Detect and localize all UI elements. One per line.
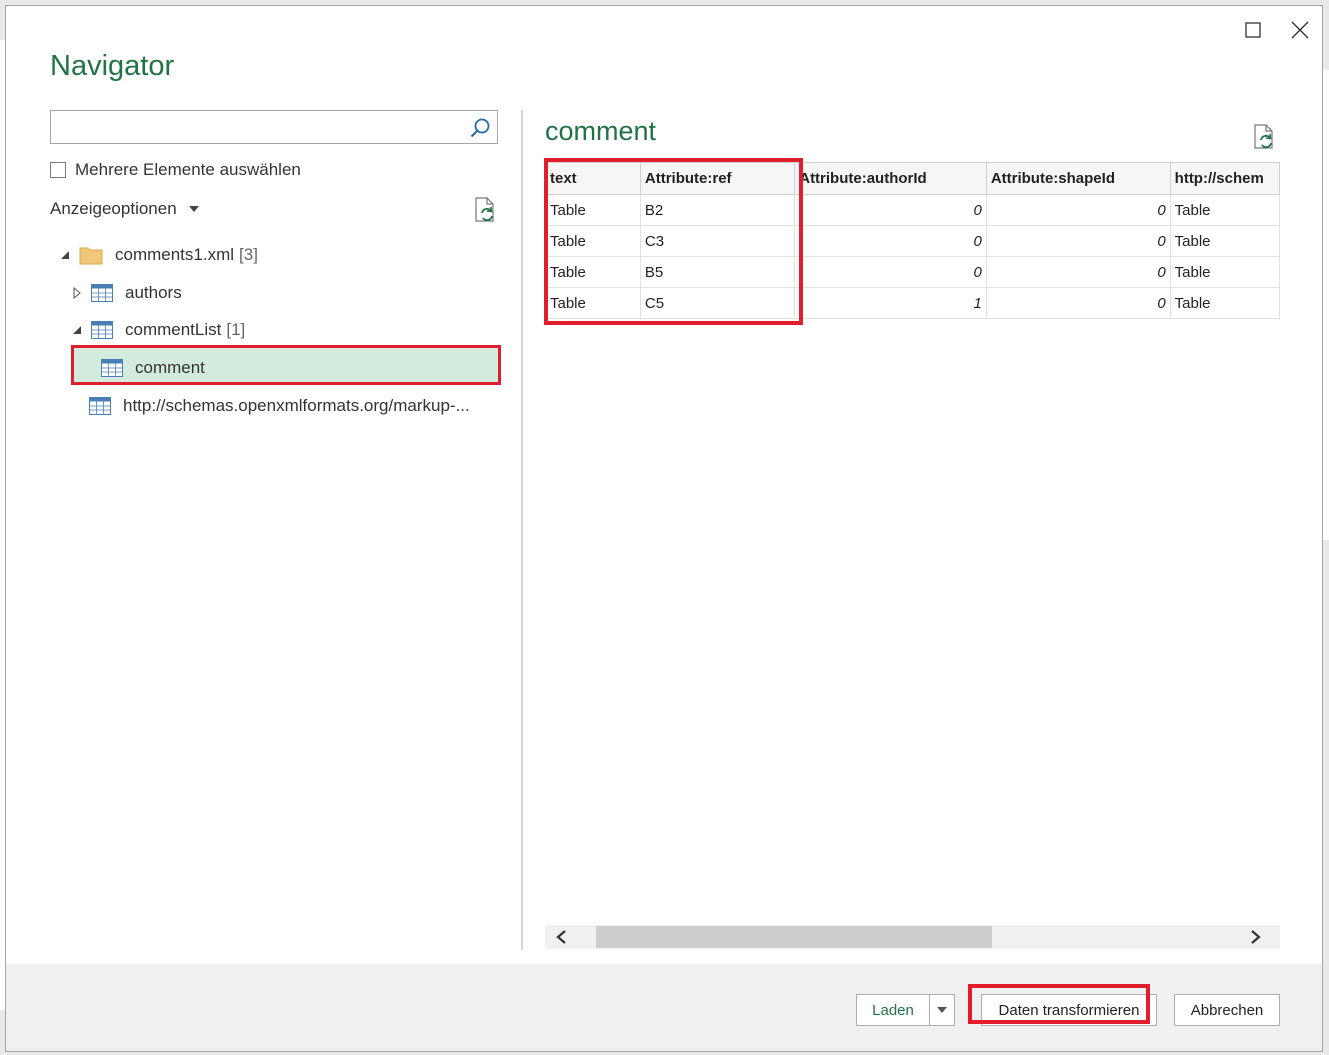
table-icon [91, 321, 113, 339]
table-cell: Table [1169, 287, 1280, 319]
caret-down-icon [937, 1007, 947, 1013]
expanded-arrow-icon[interactable] [71, 324, 83, 336]
search-icon[interactable] [469, 117, 491, 144]
caret-down-icon [188, 206, 199, 212]
refresh-left-button[interactable] [473, 197, 497, 228]
table-cell: 0 [985, 287, 1171, 319]
scroll-left-icon[interactable] [555, 925, 567, 949]
folder-icon [79, 245, 103, 265]
tree-node-comments1[interactable]: comments1.xml [3] [59, 240, 258, 270]
search-input[interactable] [55, 111, 469, 143]
dialog-title: Navigator [50, 50, 175, 82]
load-dropdown-button[interactable] [929, 994, 955, 1026]
table-cell: 1 [794, 287, 987, 319]
tree-node-authors[interactable]: authors [71, 278, 182, 308]
tree-node-comment[interactable]: comment [101, 353, 205, 383]
expanded-arrow-icon[interactable] [59, 249, 71, 261]
display-options-label: Anzeigeoptionen [50, 199, 177, 218]
load-button[interactable]: Laden [856, 994, 930, 1026]
column-header[interactable]: Attribute:shapeId [985, 162, 1171, 195]
tree-node-label: comment [135, 358, 205, 377]
refresh-document-icon [475, 197, 494, 222]
refresh-preview-button[interactable] [1252, 124, 1276, 155]
highlight-box-columns [544, 158, 803, 325]
multi-select-option[interactable]: Mehrere Elemente auswählen [50, 160, 301, 180]
maximize-button[interactable] [1239, 16, 1267, 44]
table-cell: Table [1169, 194, 1280, 226]
display-options-dropdown[interactable]: Anzeigeoptionen [50, 199, 199, 219]
table-cell: 0 [985, 256, 1171, 288]
table-cell: Table [1169, 225, 1280, 257]
tree-node-count: [3] [239, 245, 258, 264]
search-box[interactable] [50, 110, 498, 144]
horizontal-scrollbar[interactable] [545, 925, 1280, 949]
multi-select-checkbox[interactable] [50, 162, 66, 178]
tree-node-schemas[interactable]: http://schemas.openxmlformats.org/markup… [89, 391, 470, 421]
tree-node-label: authors [125, 283, 182, 302]
table-cell: 0 [985, 225, 1171, 257]
column-header[interactable]: Attribute:authorId [794, 162, 987, 195]
scroll-right-icon[interactable] [1250, 925, 1262, 949]
refresh-document-icon [1254, 124, 1273, 149]
background-app-right [1323, 70, 1329, 540]
highlight-box-transform [968, 984, 1150, 1024]
multi-select-label: Mehrere Elemente auswählen [75, 160, 301, 179]
column-header[interactable]: http://schem [1169, 162, 1280, 195]
tree-node-count: [1] [226, 320, 246, 339]
table-cell: 0 [985, 194, 1171, 226]
close-icon [1291, 21, 1309, 39]
collapsed-arrow-icon[interactable] [71, 287, 83, 299]
navigator-dialog: Navigator Mehrere Elemente auswählen Anz… [5, 5, 1323, 1052]
tree-node-label: commentList [125, 320, 222, 339]
table-cell: 0 [794, 225, 987, 257]
preview-title: comment [545, 116, 657, 146]
maximize-icon [1245, 22, 1261, 38]
close-button[interactable] [1286, 16, 1314, 44]
table-icon [89, 397, 111, 415]
tree-node-label: http://schemas.openxmlformats.org/markup… [123, 396, 470, 415]
table-cell: 0 [794, 194, 987, 226]
table-cell: Table [1169, 256, 1280, 288]
tree-node-label: comments1.xml [115, 245, 235, 264]
cancel-button[interactable]: Abbrechen [1174, 994, 1280, 1026]
tree-node-commentlist[interactable]: commentList [1] [71, 315, 245, 345]
table-cell: 0 [794, 256, 987, 288]
panel-splitter[interactable] [521, 110, 523, 950]
table-icon [91, 284, 113, 302]
table-icon [101, 359, 123, 377]
scrollbar-thumb[interactable] [596, 926, 992, 948]
